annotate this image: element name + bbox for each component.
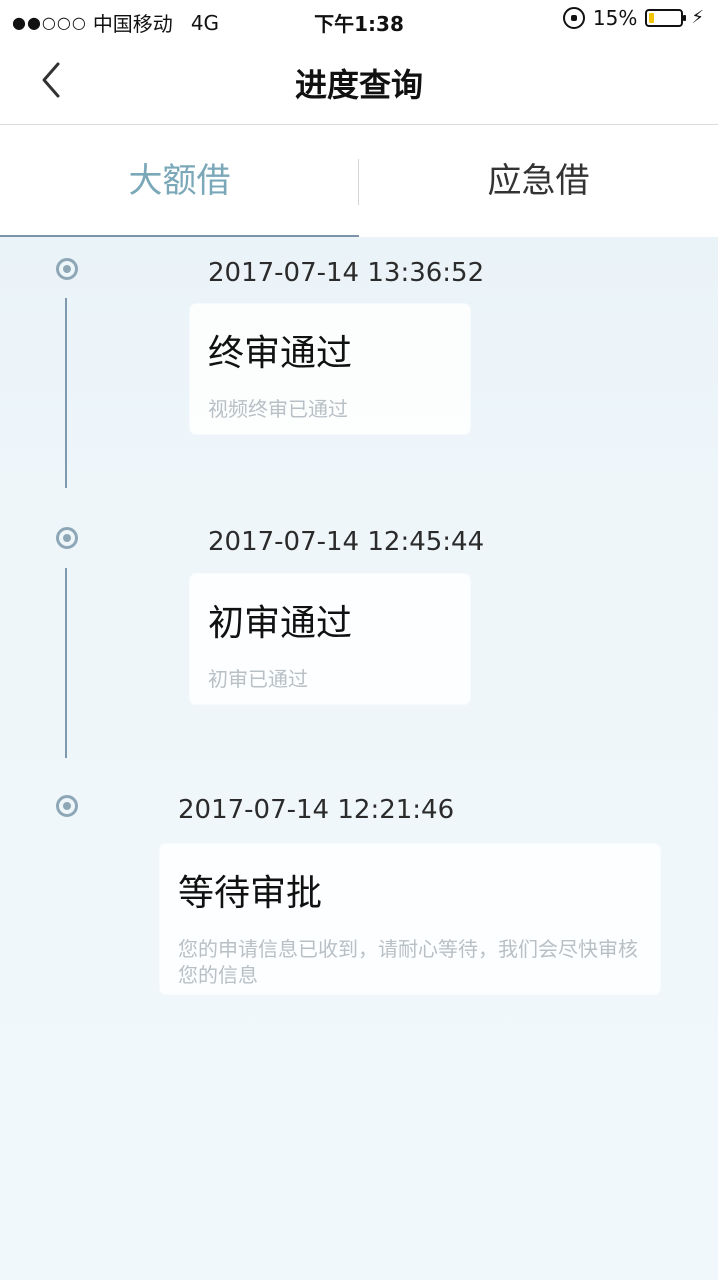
timeline-card: 终审通过 视频终审已通过: [190, 304, 470, 434]
charging-icon: ⚡: [691, 7, 704, 28]
battery-icon: [645, 9, 687, 27]
status-right: 15% ⚡: [562, 6, 704, 30]
timeline-time: 2017-07-14 12:21:46: [178, 795, 455, 825]
timeline-connector: [65, 298, 67, 488]
progress-timeline: 2017-07-14 13:36:52 终审通过 视频终审已通过 2017-07…: [0, 240, 718, 1280]
page-title: 进度查询: [294, 66, 423, 104]
timeline-card: 等待审批 您的申请信息已收到，请耐心等待，我们会尽快审核您的信息: [160, 844, 660, 994]
timeline-title: 等待审批: [178, 873, 323, 914]
rotation-lock-icon: [562, 7, 585, 29]
timeline-desc: 视频终审已通过: [208, 397, 348, 421]
timeline-title: 终审通过: [208, 333, 353, 374]
active-tab-indicator: [0, 235, 359, 237]
timeline-time: 2017-07-14 13:36:52: [208, 258, 485, 288]
timeline-desc: 初审已通过: [208, 667, 308, 691]
navigation-bar: 进度查询: [0, 40, 718, 125]
tab-bar: 大额借 应急借: [0, 125, 718, 237]
timeline-dot: [56, 795, 78, 817]
timeline-dot: [56, 258, 78, 280]
timeline-dot: [56, 527, 78, 549]
timeline-connector: [65, 568, 67, 758]
timeline-title: 初审通过: [208, 603, 353, 644]
timeline-card: 初审通过 初审已通过: [190, 574, 470, 704]
timeline-desc: 您的申请信息已收到，请耐心等待，我们会尽快审核您的信息: [178, 937, 638, 987]
timeline-time: 2017-07-14 12:45:44: [208, 527, 485, 557]
battery-percent: 15%: [592, 6, 638, 30]
tab-large-loan[interactable]: 大额借: [0, 125, 359, 237]
status-bar: ●●○○○ 中国移动 4G 下午1:38 15% ⚡: [0, 0, 718, 40]
tab-emergency-loan[interactable]: 应急借: [359, 125, 718, 237]
